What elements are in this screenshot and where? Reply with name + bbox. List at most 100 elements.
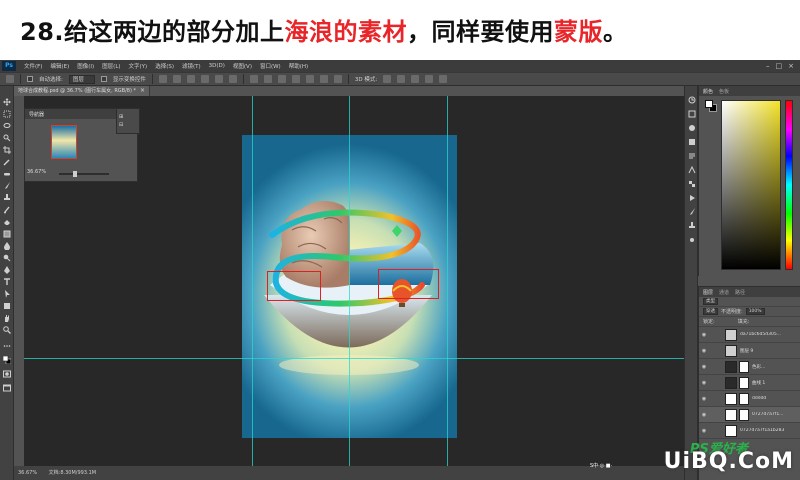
info-panel-icon[interactable] bbox=[688, 138, 696, 146]
navigator-zoom-slider[interactable] bbox=[59, 171, 109, 177]
hand-tool-icon[interactable] bbox=[3, 314, 11, 322]
distribute-top-icon[interactable] bbox=[249, 75, 258, 83]
status-zoom[interactable]: 36.67% bbox=[18, 470, 37, 476]
layer-row[interactable]: ◉ 曲线 1 bbox=[699, 375, 800, 391]
zoom-tool-icon[interactable] bbox=[3, 326, 11, 334]
menu-help[interactable]: 帮助(H) bbox=[285, 62, 312, 70]
brush-tool-icon[interactable] bbox=[3, 182, 11, 190]
move-tool-icon[interactable] bbox=[3, 98, 11, 106]
menu-type[interactable]: 文字(Y) bbox=[125, 62, 152, 70]
path-selection-tool-icon[interactable] bbox=[3, 290, 11, 298]
tool-presets-panel-icon[interactable] bbox=[688, 236, 696, 244]
distribute-left-icon[interactable] bbox=[291, 75, 300, 83]
distribute-right-icon[interactable] bbox=[319, 75, 328, 83]
layer-row[interactable]: ◉ 0727d7a7f1a1b283... bbox=[699, 423, 800, 439]
navigator-tab[interactable]: 导航器 bbox=[29, 111, 44, 118]
tab-layers[interactable]: 图层 bbox=[703, 289, 713, 296]
actions-panel-icon[interactable] bbox=[688, 194, 696, 202]
flyout-item[interactable]: ⊟ bbox=[119, 121, 137, 129]
close-icon[interactable]: × bbox=[788, 62, 794, 70]
auto-select-dropdown[interactable]: 图层 bbox=[68, 74, 95, 84]
document-tab[interactable]: 地球合成教程.psd @ 36.7% (图行车属女, RGB/8) * × bbox=[14, 86, 150, 96]
menu-3d[interactable]: 3D(D) bbox=[205, 63, 229, 69]
layer-mask-thumbnail[interactable] bbox=[739, 392, 749, 405]
align-top-icon[interactable] bbox=[158, 75, 167, 83]
history-panel-icon[interactable] bbox=[688, 96, 696, 104]
3d-drag-icon[interactable] bbox=[411, 75, 420, 83]
visibility-eye-icon[interactable]: ◉ bbox=[699, 428, 709, 434]
foreground-background-color-icon[interactable] bbox=[3, 356, 11, 364]
layer-mask-thumbnail[interactable] bbox=[739, 408, 749, 421]
menu-view[interactable]: 视图(V) bbox=[229, 62, 256, 70]
marquee-tool-icon[interactable] bbox=[3, 110, 11, 118]
eyedropper-tool-icon[interactable] bbox=[3, 158, 11, 166]
shape-tool-icon[interactable] bbox=[3, 302, 11, 310]
layer-row[interactable]: ◉ ddddd bbox=[699, 391, 800, 407]
distribute-bottom-icon[interactable] bbox=[277, 75, 286, 83]
tab-paths[interactable]: 路径 bbox=[735, 289, 745, 296]
properties-panel-icon[interactable] bbox=[688, 110, 696, 118]
screen-mode-icon[interactable] bbox=[3, 384, 11, 392]
visibility-eye-icon[interactable]: ◉ bbox=[699, 348, 709, 354]
visibility-eye-icon[interactable]: ◉ bbox=[699, 396, 709, 402]
3d-rotate-icon[interactable] bbox=[383, 75, 392, 83]
layer-row[interactable]: ◉ 色彩... bbox=[699, 359, 800, 375]
layer-row[interactable]: ◉ 图层 9 bbox=[699, 343, 800, 359]
distribute-center-icon[interactable] bbox=[305, 75, 314, 83]
clone-stamp-tool-icon[interactable] bbox=[3, 194, 11, 202]
layer-mask-thumbnail[interactable] bbox=[739, 376, 749, 389]
3d-roll-icon[interactable] bbox=[397, 75, 406, 83]
adjustments-panel-icon[interactable] bbox=[688, 124, 696, 132]
brush-panel-icon[interactable] bbox=[688, 208, 696, 216]
crop-tool-icon[interactable] bbox=[3, 146, 11, 154]
align-left-icon[interactable] bbox=[200, 75, 209, 83]
align-bottom-icon[interactable] bbox=[186, 75, 195, 83]
auto-select-checkbox[interactable] bbox=[27, 76, 33, 82]
show-transform-checkbox[interactable] bbox=[100, 76, 107, 82]
quick-mask-icon[interactable] bbox=[3, 370, 11, 378]
3d-slide-icon[interactable] bbox=[425, 75, 434, 83]
navigator-thumbnail[interactable] bbox=[51, 125, 77, 159]
align-center-icon[interactable] bbox=[214, 75, 223, 83]
menu-layer[interactable]: 图层(L) bbox=[98, 62, 124, 70]
visibility-eye-icon[interactable]: ◉ bbox=[699, 412, 709, 418]
visibility-eye-icon[interactable]: ◉ bbox=[699, 332, 709, 338]
minimize-icon[interactable]: – bbox=[766, 62, 770, 70]
foreground-color-swatch[interactable] bbox=[705, 100, 713, 108]
tab-channels[interactable]: 通道 bbox=[719, 289, 729, 296]
opacity-field[interactable]: 100% bbox=[745, 308, 765, 315]
dodge-tool-icon[interactable] bbox=[3, 254, 11, 262]
layer-row[interactable]: ◉ da71bc6d5d305... bbox=[699, 327, 800, 343]
pen-tool-icon[interactable] bbox=[3, 266, 11, 274]
visibility-eye-icon[interactable]: ◉ bbox=[699, 364, 709, 370]
gradient-tool-icon[interactable] bbox=[3, 230, 11, 238]
hue-slider[interactable] bbox=[785, 100, 793, 270]
auto-align-icon[interactable] bbox=[333, 75, 342, 83]
menu-window[interactable]: 窗口(W) bbox=[256, 62, 285, 70]
blend-mode-dropdown[interactable]: 穿透 bbox=[703, 308, 718, 315]
zoom-slider-knob[interactable] bbox=[73, 171, 77, 177]
move-tool-preset-icon[interactable] bbox=[6, 75, 14, 83]
lasso-tool-icon[interactable] bbox=[3, 122, 11, 130]
layer-row-selected[interactable]: ◉ 0727d7a7f1... bbox=[699, 407, 800, 423]
menu-filter[interactable]: 滤镜(T) bbox=[178, 62, 205, 70]
tab-color[interactable]: 颜色 bbox=[703, 88, 713, 95]
eraser-tool-icon[interactable] bbox=[3, 218, 11, 226]
distribute-middle-icon[interactable] bbox=[263, 75, 272, 83]
extra-tools-icon[interactable] bbox=[3, 342, 11, 350]
3d-scale-icon[interactable] bbox=[439, 75, 448, 83]
character-panel-icon[interactable] bbox=[688, 165, 696, 174]
menu-image[interactable]: 图像(I) bbox=[73, 62, 98, 70]
color-picker-field[interactable] bbox=[721, 100, 781, 270]
paragraph-panel-icon[interactable] bbox=[688, 152, 696, 160]
menu-edit[interactable]: 编辑(E) bbox=[46, 62, 73, 70]
healing-brush-tool-icon[interactable] bbox=[3, 170, 11, 178]
menu-file[interactable]: 文件(F) bbox=[20, 62, 46, 70]
align-middle-icon[interactable] bbox=[172, 75, 181, 83]
navigator-zoom-value[interactable]: 36.67% bbox=[27, 169, 46, 175]
menu-select[interactable]: 选择(S) bbox=[151, 62, 178, 70]
flyout-item[interactable]: ⊞ bbox=[119, 113, 137, 121]
layer-mask-thumbnail[interactable] bbox=[739, 360, 749, 373]
visibility-eye-icon[interactable]: ◉ bbox=[699, 380, 709, 386]
tab-swatches[interactable]: 色板 bbox=[719, 88, 729, 95]
